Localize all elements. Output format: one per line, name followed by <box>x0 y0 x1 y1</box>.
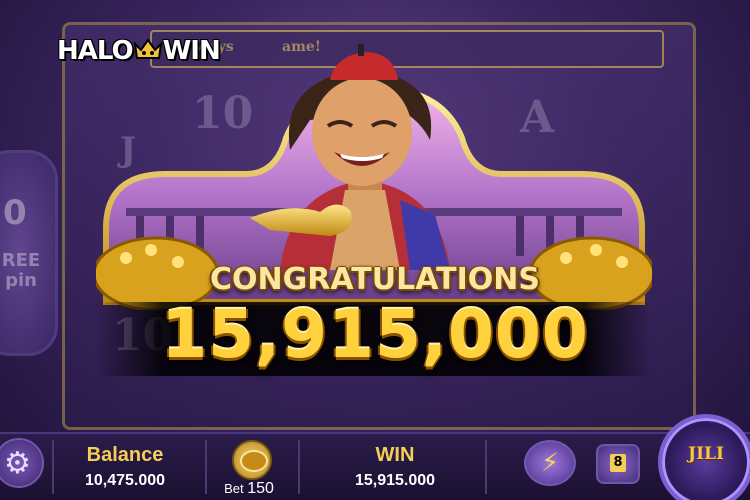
settings-gear-icon: ⚙ <box>4 446 31 481</box>
bet-label: Bet <box>224 481 244 496</box>
bet-value: 150 <box>247 480 274 497</box>
auto-spin-button[interactable]: 8 <box>596 444 640 484</box>
divider <box>52 440 54 494</box>
game-screen: Ways ame! 10 A 10 J 0 REE pin HALO WIN <box>0 0 750 500</box>
balance-label: Balance <box>86 444 164 466</box>
coin-stack-icon <box>240 450 268 472</box>
genie-character-art <box>250 44 450 270</box>
divider <box>485 440 487 494</box>
divider <box>205 440 207 494</box>
free-spin-number: 0 <box>3 193 27 233</box>
congratulations-text: CONGRATULATIONS <box>210 262 540 297</box>
win-amount: 15,915,000 <box>161 296 589 373</box>
win-label: WIN <box>375 444 415 466</box>
divider <box>298 440 300 494</box>
jili-brand-label: JILI <box>688 444 724 464</box>
win-value: 15,915.000 <box>354 472 436 489</box>
turbo-button[interactable]: ⚡ <box>524 440 576 486</box>
crown-icon <box>133 38 163 59</box>
lightning-icon: ⚡ <box>541 448 560 478</box>
bet-button[interactable] <box>232 440 272 480</box>
logo-text-left: HALO <box>57 36 134 66</box>
balance-value: 10,475.000 <box>84 472 166 489</box>
logo-text-right: WIN <box>162 36 221 66</box>
halowin-logo: HALO WIN <box>57 36 221 66</box>
spin-button[interactable]: JILI <box>658 414 750 500</box>
auto-spin-count: 8 <box>613 455 623 470</box>
bet-display: Bet 150 <box>214 480 284 498</box>
